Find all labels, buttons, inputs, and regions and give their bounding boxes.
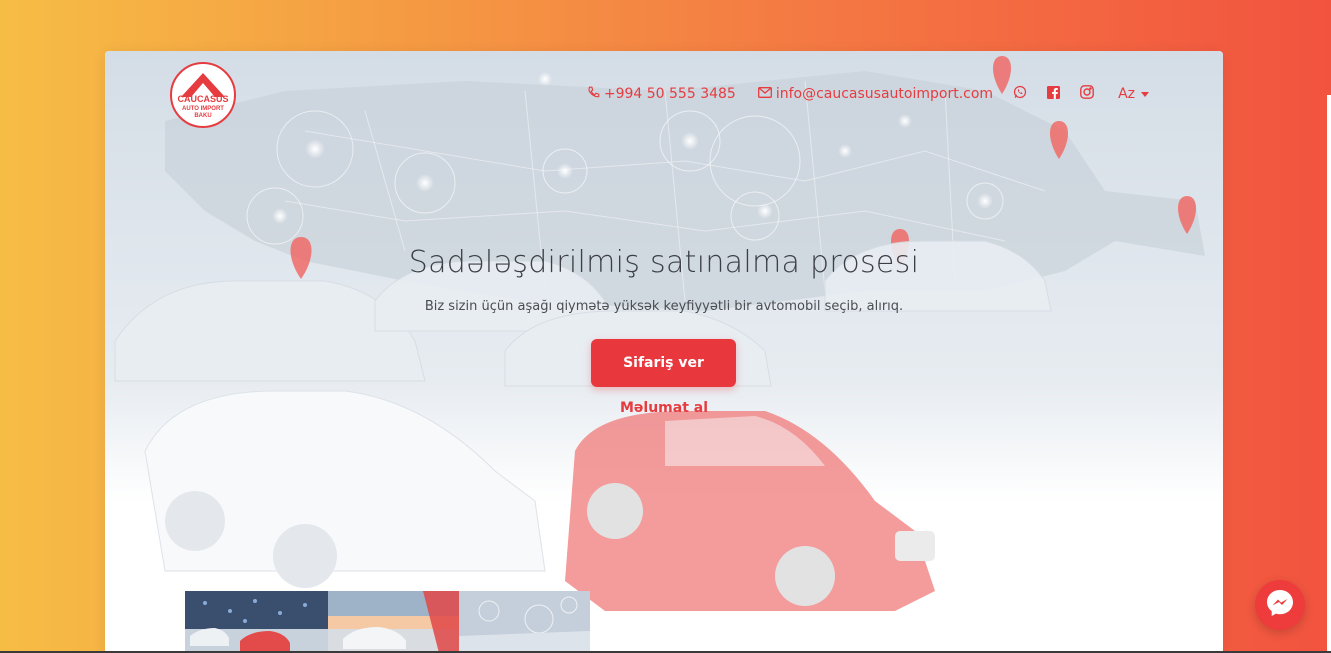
thumbnail-3[interactable] <box>459 591 590 653</box>
chevron-down-icon <box>1141 91 1149 97</box>
language-dropdown[interactable]: Az <box>1118 86 1149 102</box>
messenger-chat-button[interactable] <box>1255 580 1305 630</box>
phone-number: +994 50 555 3485 <box>603 86 736 102</box>
hero-card: CAUCASUS AUTO IMPORT BAKU +994 50 555 34… <box>105 51 1223 653</box>
messenger-icon <box>1265 588 1295 622</box>
whatsapp-icon <box>1013 85 1027 103</box>
facebook-icon <box>1047 85 1061 103</box>
brand-logo[interactable]: CAUCASUS AUTO IMPORT BAKU <box>169 61 237 129</box>
language-label: Az <box>1118 86 1135 102</box>
hero-title: Sadələşdirilmiş satınalma prosesi <box>408 245 920 280</box>
phone-icon <box>587 86 604 103</box>
info-link: Məlumat al <box>105 400 1223 416</box>
instagram-link[interactable] <box>1080 85 1094 103</box>
instagram-icon <box>1080 85 1094 103</box>
top-nav: +994 50 555 3485 info@caucasusautoimport… <box>565 85 1149 103</box>
whatsapp-link[interactable] <box>1013 85 1027 103</box>
page-edge <box>1327 95 1331 653</box>
order-button[interactable]: Sifariş ver <box>591 339 736 387</box>
mail-icon <box>757 86 776 102</box>
email-link[interactable]: info@caucasusautoimport.com <box>757 86 994 102</box>
thumbnail-1[interactable] <box>185 591 328 653</box>
thumbnail-strip <box>185 591 590 653</box>
email-address: info@caucasusautoimport.com <box>775 86 994 102</box>
logo-line1: CAUCASUS <box>177 94 228 104</box>
thumbnail-2[interactable] <box>328 591 459 653</box>
info-link-label[interactable]: Məlumat al <box>620 400 708 416</box>
logo-line3: BAKU <box>194 113 211 119</box>
hero-subtitle: Biz sizin üçün aşağı qiymətə yüksək keyf… <box>424 299 904 314</box>
logo-line2: AUTO IMPORT <box>182 106 224 112</box>
facebook-link[interactable] <box>1047 85 1061 103</box>
phone-link[interactable]: +994 50 555 3485 <box>587 86 736 103</box>
